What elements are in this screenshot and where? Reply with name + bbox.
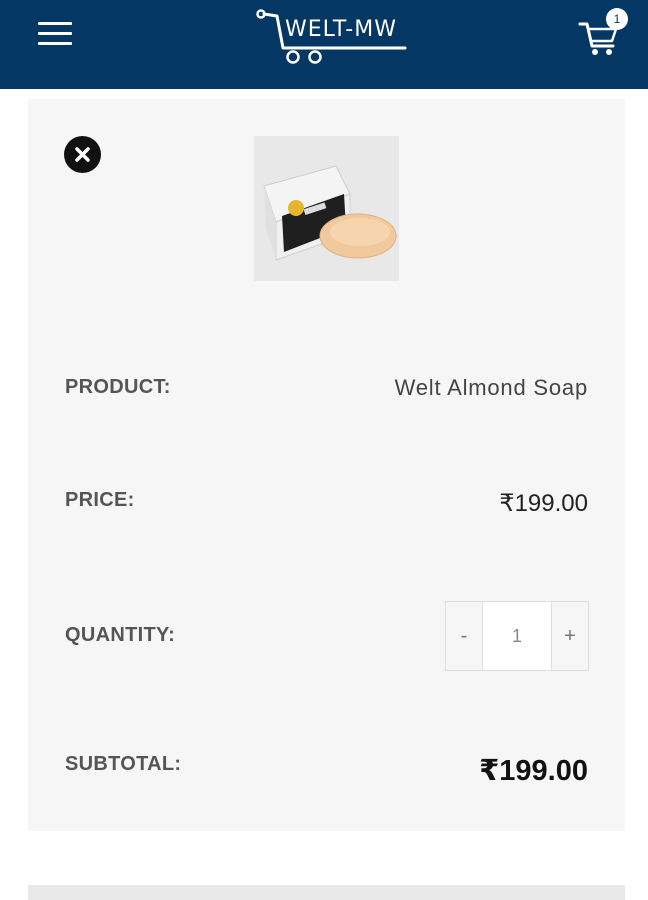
price-label: PRICE: <box>65 489 135 511</box>
quantity-increase-button[interactable]: + <box>552 602 588 670</box>
product-thumbnail[interactable] <box>254 136 399 281</box>
quantity-stepper: - 1 + <box>445 601 589 671</box>
subtotal-label: SUBTOTAL: <box>65 753 182 775</box>
close-icon <box>75 147 90 162</box>
logo-text: WELT-MW <box>285 17 397 42</box>
quantity-decrease-button[interactable]: - <box>446 602 482 670</box>
quantity-label: QUANTITY: <box>65 624 176 646</box>
cart-item-card: PRODUCT: Welt Almond Soap PRICE: ₹199.00… <box>28 99 625 831</box>
remove-item-button[interactable] <box>64 136 101 173</box>
quantity-input[interactable]: 1 <box>482 602 552 670</box>
soap-product-icon <box>254 136 399 281</box>
menu-icon[interactable] <box>38 21 72 47</box>
cart-count-badge: 1 <box>606 8 628 30</box>
cart-totals-section-edge <box>28 885 625 900</box>
product-name[interactable]: Welt Almond Soap <box>395 375 588 401</box>
price-value: ₹199.00 <box>499 490 588 517</box>
product-label: PRODUCT: <box>65 376 171 398</box>
cart-button[interactable]: 1 <box>578 8 638 58</box>
site-logo[interactable]: WELT-MW <box>255 8 415 68</box>
site-header: WELT-MW 1 <box>0 0 648 89</box>
subtotal-value: ₹199.00 <box>479 755 588 787</box>
